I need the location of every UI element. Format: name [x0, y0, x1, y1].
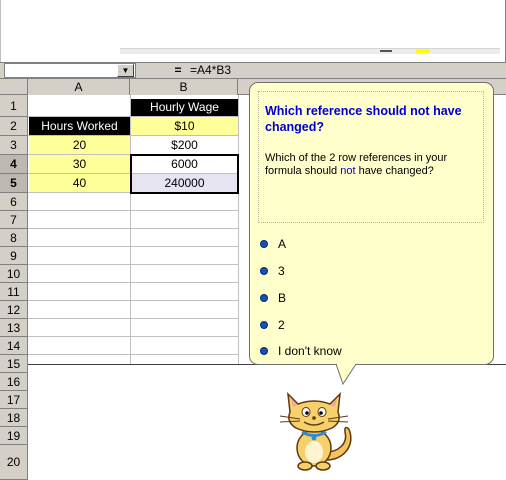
cell-a5[interactable]: 40 — [29, 174, 130, 192]
answer-option[interactable]: 3 — [278, 264, 285, 278]
gridline — [28, 246, 238, 247]
row-header-6[interactable]: 6 — [0, 193, 28, 211]
cell-b2[interactable]: $10 — [131, 117, 238, 135]
row-header-19[interactable]: 19 — [0, 427, 28, 445]
option-bullet-icon[interactable] — [260, 347, 268, 355]
option-bullet-icon[interactable] — [260, 267, 268, 275]
row-header-15[interactable]: 15 — [0, 355, 28, 373]
row-header-13[interactable]: 13 — [0, 319, 28, 337]
answer-option[interactable]: I don't know — [278, 344, 342, 358]
row-header-5[interactable]: 5 — [0, 174, 28, 193]
cell-a2[interactable]: Hours Worked — [29, 117, 130, 135]
cell-a3[interactable]: 20 — [29, 136, 130, 154]
name-box-dropdown-button[interactable]: ▼ — [117, 64, 134, 77]
cell-b1[interactable]: Hourly Wage — [131, 99, 238, 116]
row-header-11[interactable]: 11 — [0, 283, 28, 301]
row-header-10[interactable]: 10 — [0, 265, 28, 283]
row-header-20[interactable]: 20 — [0, 445, 28, 480]
row-header-1[interactable]: 1 — [0, 95, 28, 117]
cat-assistant-icon[interactable] — [268, 382, 360, 474]
highlight-color-swatch[interactable] — [416, 49, 430, 53]
column-header-a[interactable]: A — [28, 79, 130, 95]
formula-input[interactable]: =A4*B3 — [190, 62, 231, 78]
row-header-16[interactable]: 16 — [0, 373, 28, 391]
gridline — [28, 318, 238, 319]
answer-option[interactable]: B — [278, 291, 286, 305]
gridline — [28, 336, 238, 337]
select-all-corner[interactable] — [0, 79, 28, 95]
gridline — [28, 282, 238, 283]
formula-equals-label: = — [174, 63, 182, 77]
cell-a4[interactable]: 30 — [29, 155, 130, 173]
row-header-4[interactable]: 4 — [0, 155, 28, 174]
row-header-2[interactable]: 2 — [0, 117, 28, 136]
cell-b5[interactable]: 240000 — [132, 174, 237, 192]
chevron-down-icon: ▼ — [121, 66, 130, 75]
toolbar-strip — [120, 48, 500, 54]
column-header-b[interactable]: B — [130, 79, 238, 95]
callout-title: Which reference should not have changed? — [265, 104, 462, 134]
row-header-9[interactable]: 9 — [0, 247, 28, 265]
gridline — [28, 300, 238, 301]
gridline — [28, 354, 238, 355]
row-header-14[interactable]: 14 — [0, 337, 28, 355]
cell-b4[interactable]: 6000 — [132, 156, 237, 173]
toolbar-button-fragment[interactable] — [380, 50, 392, 52]
gridline — [238, 95, 239, 365]
option-bullet-icon[interactable] — [260, 294, 268, 302]
gridline — [28, 264, 238, 265]
callout-body: Which of the 2 row references in your fo… — [265, 152, 481, 177]
row-header-8[interactable]: 8 — [0, 229, 28, 247]
row-header-12[interactable]: 12 — [0, 301, 28, 319]
callout-body-highlight: not — [340, 164, 356, 177]
row-header-3[interactable]: 3 — [0, 136, 28, 155]
option-bullet-icon[interactable] — [260, 240, 268, 248]
row-header-17[interactable]: 17 — [0, 391, 28, 409]
answer-option[interactable]: 2 — [278, 318, 285, 332]
callout-body-text-end: have changed? — [355, 164, 434, 177]
option-bullet-icon[interactable] — [260, 321, 268, 329]
gridline — [28, 228, 238, 229]
gridline — [28, 210, 238, 211]
row-header-18[interactable]: 18 — [0, 409, 28, 427]
row-header-7[interactable]: 7 — [0, 211, 28, 229]
answer-option[interactable]: A — [278, 237, 286, 251]
cell-b3[interactable]: $200 — [131, 136, 238, 154]
